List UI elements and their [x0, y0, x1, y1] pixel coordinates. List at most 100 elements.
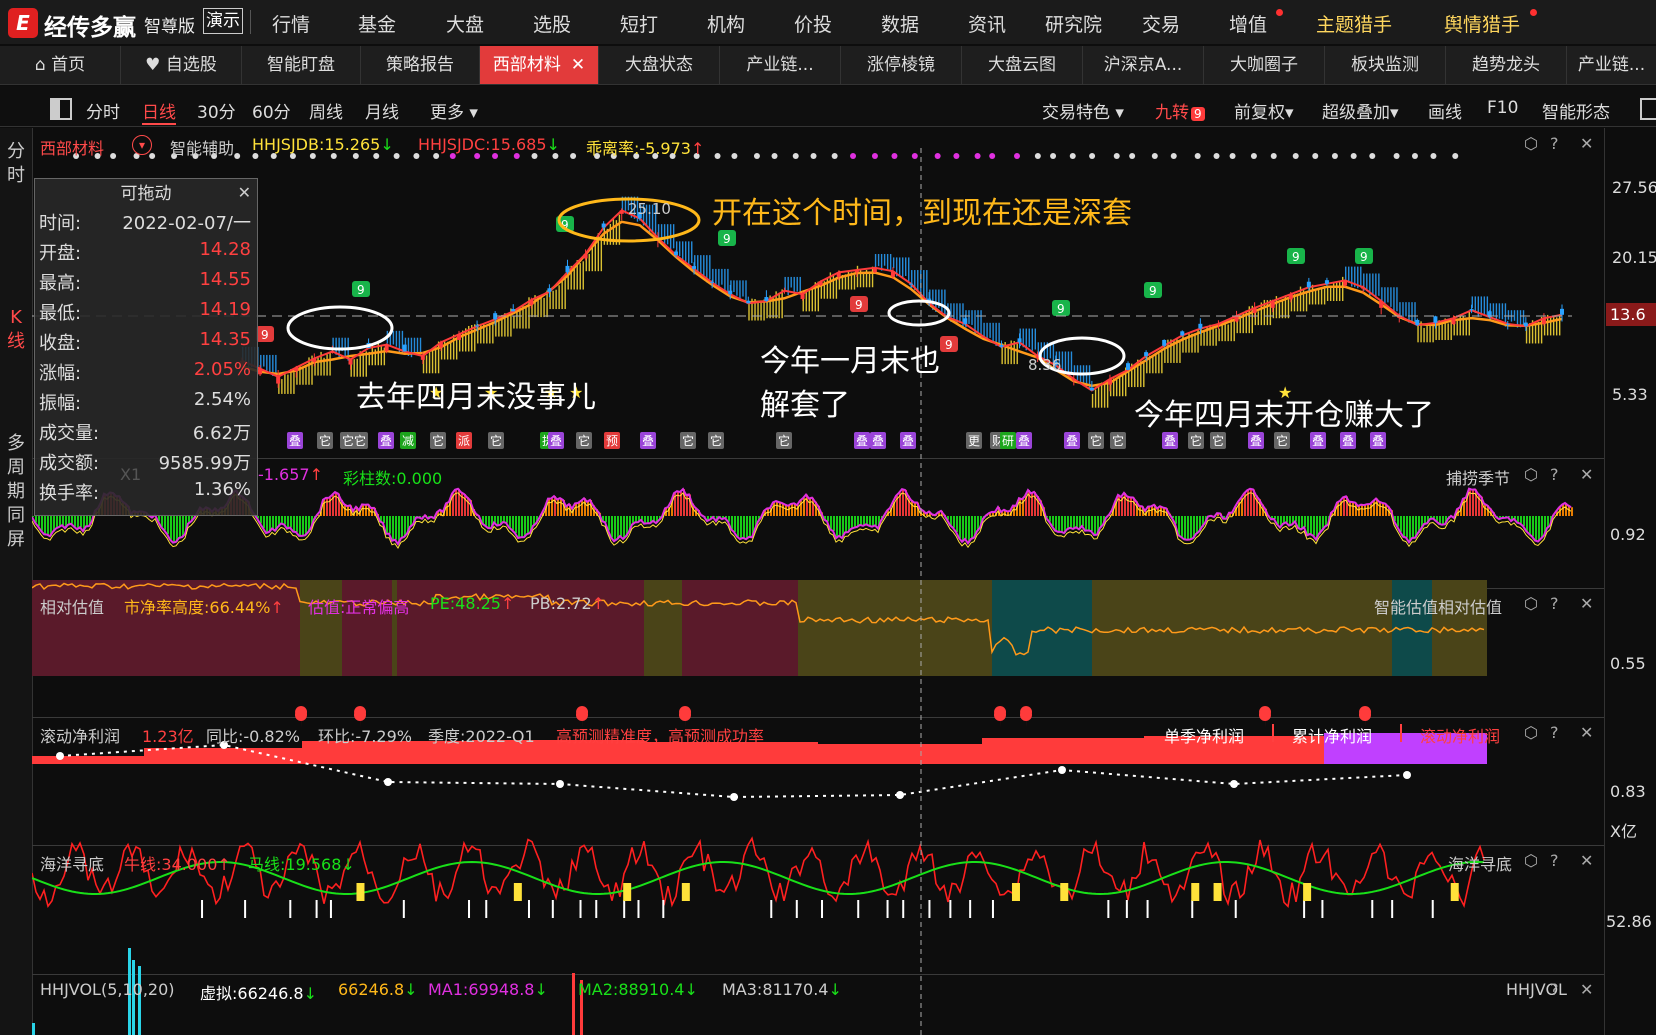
- close-icon[interactable]: ✕: [571, 55, 585, 75]
- signal-tag[interactable]: 叠: [378, 432, 395, 449]
- signal-tag[interactable]: 它: [680, 432, 697, 449]
- signal-tag[interactable]: 它: [708, 432, 725, 449]
- menu-fund[interactable]: 基金: [358, 10, 396, 37]
- signal-tag[interactable]: 派: [456, 432, 473, 449]
- tab-limit-up-prism[interactable]: 涨停棱镜: [841, 46, 962, 84]
- trade-feature-dropdown[interactable]: 交易特色 ▾: [1042, 98, 1124, 123]
- menu-news[interactable]: 资讯: [968, 10, 1006, 37]
- demo-button[interactable]: 演示: [203, 8, 243, 34]
- settings-hex-icon[interactable]: ⬡: [1524, 851, 1538, 870]
- tab-home[interactable]: ⌂ 首页: [0, 46, 121, 84]
- tab-trend-leader[interactable]: 趋势龙头: [1446, 46, 1567, 84]
- menu-value-invest[interactable]: 价投: [794, 10, 832, 37]
- draggable-info-box[interactable]: 可拖动 ✕ 时间: 2022-02-07/一 开盘: 14.28 最高: 14.55 最低:…: [34, 178, 258, 516]
- tab-industry-chain[interactable]: 产业链...: [720, 46, 841, 84]
- signal-tag[interactable]: 叠: [1248, 432, 1265, 449]
- menu-data[interactable]: 数据: [881, 10, 919, 37]
- tab-single-quarter-profit[interactable]: 单季净利润: [1164, 723, 1244, 747]
- menu-hangqing[interactable]: 行情: [272, 10, 310, 37]
- view-multi-period[interactable]: 多周期同屏: [6, 432, 26, 552]
- tab-market-cloud[interactable]: 大盘云图: [962, 46, 1083, 84]
- signal-tag[interactable]: 叠: [1064, 432, 1081, 449]
- signal-tag[interactable]: 叠: [1310, 432, 1327, 449]
- signal-tag[interactable]: 研: [1000, 432, 1017, 449]
- period-30min[interactable]: 30分: [197, 98, 236, 123]
- help-icon[interactable]: ?: [1550, 594, 1559, 613]
- close-icon[interactable]: ✕: [1580, 723, 1593, 742]
- tab-xibu-cailiao[interactable]: 西部材料 ✕: [480, 46, 599, 84]
- signal-tag[interactable]: 叠: [854, 432, 871, 449]
- signal-tag[interactable]: 它: [488, 432, 505, 449]
- help-icon[interactable]: ?: [1550, 723, 1559, 742]
- period-fenshi[interactable]: 分时: [86, 98, 120, 123]
- signal-tag[interactable]: 叠: [548, 432, 565, 449]
- signal-tag[interactable]: 它: [1210, 432, 1227, 449]
- draw-line-button[interactable]: 画线: [1428, 98, 1462, 123]
- signal-tag[interactable]: 叠: [1370, 432, 1387, 449]
- menu-theme-hunter[interactable]: 主题猎手: [1316, 10, 1392, 37]
- signal-tag[interactable]: 叠: [1340, 432, 1357, 449]
- signal-tag[interactable]: 叠: [900, 432, 917, 449]
- signal-tag[interactable]: 它: [430, 432, 447, 449]
- signal-tag[interactable]: 叠: [287, 432, 304, 449]
- period-weekly[interactable]: 周线: [309, 98, 343, 123]
- signal-tag[interactable]: 它: [576, 432, 593, 449]
- overlay-dropdown[interactable]: 超级叠加▾: [1322, 98, 1399, 123]
- tab-cumulative-profit[interactable]: 累计净利润: [1292, 723, 1372, 747]
- signal-tag[interactable]: 叠: [1162, 432, 1179, 449]
- settings-hex-icon[interactable]: ⬡: [1524, 594, 1538, 613]
- view-fenshi[interactable]: 分时: [6, 140, 26, 188]
- menu-research[interactable]: 研究院: [1045, 10, 1102, 37]
- signal-tag[interactable]: 它: [317, 432, 334, 449]
- signal-tag[interactable]: 叠: [640, 432, 657, 449]
- smart-assist-label[interactable]: 智能辅助: [170, 135, 234, 159]
- adjust-dropdown[interactable]: 前复权▾: [1234, 98, 1294, 123]
- signal-tag[interactable]: 减: [400, 432, 417, 449]
- chart-canvas[interactable]: 999999 9999★ ★ ★ ★ ★ 25.10 8.36: [32, 128, 1604, 1035]
- close-icon[interactable]: ✕: [1580, 134, 1593, 153]
- menu-sentiment-hunter[interactable]: 舆情猎手: [1444, 10, 1520, 37]
- period-monthly[interactable]: 月线: [365, 98, 399, 123]
- close-icon[interactable]: ✕: [1580, 594, 1593, 613]
- help-icon[interactable]: ?: [1550, 134, 1559, 153]
- help-icon[interactable]: ?: [1550, 851, 1559, 870]
- signal-tag[interactable]: 叠: [1016, 432, 1033, 449]
- menu-stock-picker[interactable]: 选股: [533, 10, 571, 37]
- settings-hex-icon[interactable]: ⬡: [1524, 723, 1538, 742]
- tab-sector-monitor[interactable]: 板块监测: [1325, 46, 1446, 84]
- close-icon[interactable]: ✕: [238, 183, 251, 202]
- tab-strategy-report[interactable]: 策略报告: [361, 46, 480, 84]
- tab-market-state[interactable]: 大盘状态: [599, 46, 720, 84]
- panel-toggle-icon[interactable]: [1640, 98, 1656, 120]
- close-icon[interactable]: ✕: [1580, 851, 1593, 870]
- menu-trade[interactable]: 交易: [1142, 10, 1180, 37]
- menu-value-added[interactable]: 增值: [1229, 10, 1267, 37]
- layout-toggle-icon[interactable]: [50, 98, 72, 120]
- tab-hushen-a[interactable]: 沪深京A...: [1083, 46, 1204, 84]
- menu-short-trade[interactable]: 短打: [620, 10, 658, 37]
- signal-tag[interactable]: 它: [1088, 432, 1105, 449]
- tab-watchlist[interactable]: ♥ 自选股: [121, 46, 242, 84]
- settings-hex-icon[interactable]: ⬡: [1524, 465, 1538, 484]
- f10-button[interactable]: F10: [1487, 98, 1518, 118]
- signal-tag[interactable]: 它: [1110, 432, 1127, 449]
- help-icon[interactable]: ?: [1550, 465, 1559, 484]
- period-daily[interactable]: 日线: [142, 98, 176, 125]
- smart-pattern-button[interactable]: 智能形态: [1542, 98, 1610, 123]
- signal-tag[interactable]: 更: [966, 432, 983, 449]
- tab-rolling-profit[interactable]: 滚动净利润: [1420, 723, 1500, 747]
- stock-menu-dropdown-icon[interactable]: ▾: [132, 135, 152, 155]
- close-icon[interactable]: ✕: [1580, 465, 1593, 484]
- help-icon[interactable]: ?: [1550, 980, 1559, 999]
- info-box-title[interactable]: 可拖动: [35, 179, 257, 209]
- period-60min[interactable]: 60分: [252, 98, 291, 123]
- menu-institution[interactable]: 机构: [707, 10, 745, 37]
- signal-tag[interactable]: 预: [604, 432, 621, 449]
- jiuzhuan-button[interactable]: 九转 9: [1155, 98, 1205, 123]
- tab-smart-watch[interactable]: 智能盯盘: [242, 46, 361, 84]
- signal-tag[interactable]: 叠: [870, 432, 887, 449]
- menu-market[interactable]: 大盘: [446, 10, 484, 37]
- tab-expert-circle[interactable]: 大咖圈子: [1204, 46, 1325, 84]
- tab-industry-chain-2[interactable]: 产业链...: [1567, 46, 1656, 84]
- signal-tag[interactable]: 它: [1274, 432, 1291, 449]
